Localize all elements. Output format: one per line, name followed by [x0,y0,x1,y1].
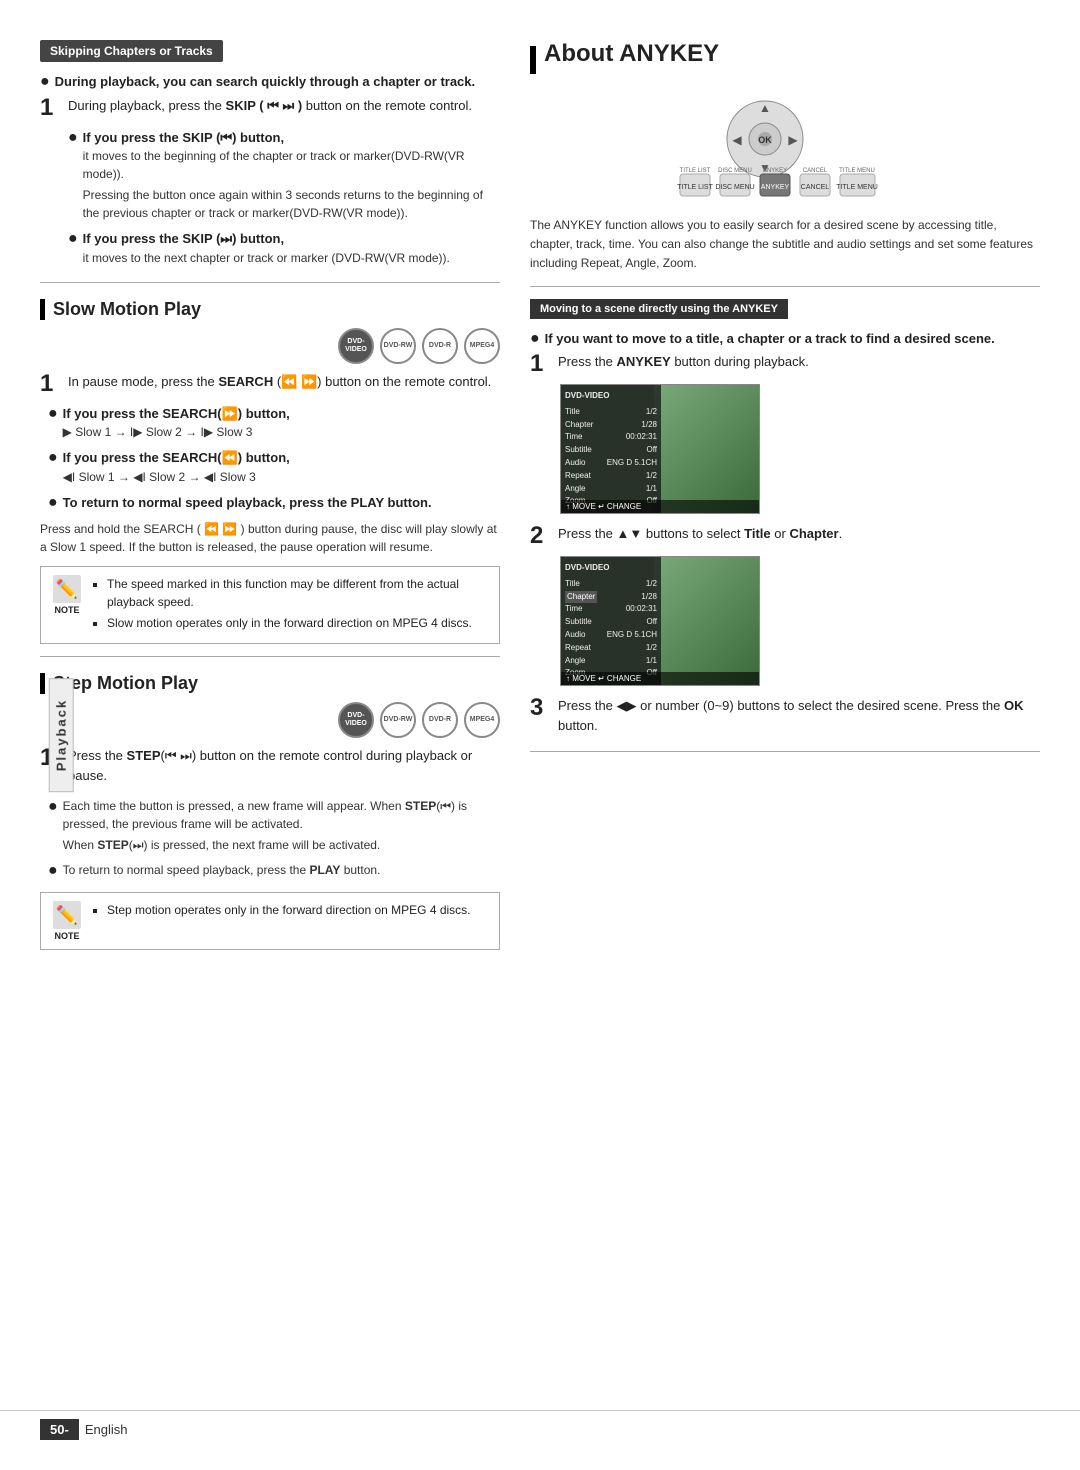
bird-background-2 [654,557,759,685]
step-bullet2: ● To return to normal speed playback, pr… [48,861,500,882]
remote-svg: ▲ ▼ ◀ ▶ OK TITLE LIST DISC MENU ANYKEY C… [655,94,915,204]
screen-overlay-2: DVD-VIDEO Title1/2 Chapter1/28 Time00:02… [561,557,661,685]
svg-text:CANCEL: CANCEL [801,184,830,191]
disc-icon-mpeg4: MPEG4 [464,328,500,364]
slow-note-content: The speed marked in this function may be… [93,575,491,635]
page-number-badge: 50- [40,1419,79,1440]
skip-fwd-bullet: ● If you press the SKIP (⏭) button, it m… [68,229,500,270]
divider-1 [40,282,500,283]
screen-thumb-2: DVD-VIDEO Title1/2 Chapter1/28 Time00:02… [560,556,760,686]
slow-step1: 1 In pause mode, press the SEARCH (⏪ ⏩) … [40,372,500,396]
disc-icon-dvd-rw: DVD-RW [380,328,416,364]
page-footer: 50- English [0,1410,1080,1440]
screen-thumb-1: DVD-VIDEO Title1/2 Chapter1/28 Time00:02… [560,384,760,514]
step-motion-section: Step Motion Play DVD-VIDEO DVD-RW DVD-R … [40,673,500,950]
slow-disc-icons: DVD-VIDEO DVD-RW DVD-R MPEG4 [40,328,500,364]
divider-2 [40,656,500,657]
svg-text:TITLE LIST: TITLE LIST [680,168,711,174]
step-bullet1: ● Each time the button is pressed, a new… [48,797,500,857]
svg-text:OK: OK [758,135,772,145]
remote-illustration-area: ▲ ▼ ◀ ▶ OK TITLE LIST DISC MENU ANYKEY C… [530,94,1040,204]
left-column: Skipping Chapters or Tracks ● During pla… [40,40,500,1400]
about-anykey-header: About ANYKEY [530,40,1040,80]
svg-text:ANYKEY: ANYKEY [763,168,787,174]
anykey-step2: 2 Press the ▲▼ buttons to select Title o… [530,524,1040,548]
slow-hold-text: Press and hold the SEARCH ( ⏪ ⏩ ) button… [40,520,500,556]
svg-text:TITLE LIST: TITLE LIST [677,184,714,191]
step-note-content: Step motion operates only in the forward… [93,901,491,941]
return-playback-bullet: ● To return to normal speed playback, pr… [48,493,500,513]
divider-right-2 [530,751,1040,752]
step-disc-icon-dvd-rw: DVD-RW [380,702,416,738]
step-step1: 1 Press the STEP(⏮ ⏭) button on the remo… [40,746,500,789]
skipping-badge: Skipping Chapters or Tracks [40,40,223,62]
svg-text:▶: ▶ [788,133,798,147]
step-disc-icon-dvd-r: DVD-R [422,702,458,738]
note-icon: ✏️ [53,575,81,603]
about-anykey-title: About ANYKEY [544,40,719,68]
bird-background [654,385,759,513]
screen-label-bar-1: ↑ MOVE ↵ CHANGE [561,500,759,513]
disc-icon-dvd-r: DVD-R [422,328,458,364]
step-note-box: ✏️ NOTE Step motion operates only in the… [40,892,500,950]
anykey-intro-bullet: ● If you want to move to a title, a chap… [530,329,1040,349]
skipping-section: Skipping Chapters or Tracks ● During pla… [40,40,500,270]
anykey-step3: 3 Press the ◀▶ or number (0~9) buttons t… [530,696,1040,739]
divider-right-1 [530,286,1040,287]
svg-text:ANYKEY: ANYKEY [761,184,790,191]
right-column: About ANYKEY ▲ ▼ ◀ ▶ OK [530,40,1040,1400]
skip-back-bullet: ● If you press the SKIP (⏮) button, it m… [68,128,500,226]
footer-language: English [85,1422,128,1437]
anykey-description: The ANYKEY function allows you to easily… [530,216,1040,274]
step-disc-icons: DVD-VIDEO DVD-RW DVD-R MPEG4 [40,702,500,738]
page-container: Playback Skipping Chapters or Tracks ● D… [0,0,1080,1470]
screen-overlay-1: DVD-VIDEO Title1/2 Chapter1/28 Time00:02… [561,385,661,513]
playback-sidebar-label: Playback [49,678,74,792]
step-disc-icon-dvd-video: DVD-VIDEO [338,702,374,738]
skipping-intro: ● During playback, you can search quickl… [40,72,500,92]
anykey-step1: 1 Press the ANYKEY button during playbac… [530,352,1040,376]
skip-step1: 1 During playback, press the SKIP ( ⏮ ⏭ … [40,96,500,120]
svg-text:TITLE MENU: TITLE MENU [839,168,875,174]
disc-icon-dvd-video: DVD-VIDEO [338,328,374,364]
search-fwd-bullet: ● If you press the SEARCH(⏩) button, ▶ S… [48,404,500,445]
svg-text:DISC MENU: DISC MENU [718,168,752,174]
moving-scene-badge: Moving to a scene directly using the ANY… [530,299,788,319]
slow-motion-title: Slow Motion Play [40,299,500,320]
svg-text:▲: ▲ [759,101,771,115]
step-disc-icon-mpeg4: MPEG4 [464,702,500,738]
title-bar-accent [530,46,536,74]
step-motion-title: Step Motion Play [40,673,500,694]
slow-motion-section: Slow Motion Play DVD-VIDEO DVD-RW DVD-R … [40,299,500,645]
svg-text:TITLE MENU: TITLE MENU [836,184,878,191]
step-note-icon: ✏️ [53,901,81,929]
main-content: Skipping Chapters or Tracks ● During pla… [0,40,1080,1400]
svg-text:CANCEL: CANCEL [803,168,828,174]
svg-text:DISC MENU: DISC MENU [715,184,754,191]
screen-label-bar-2: ↑ MOVE ↵ CHANGE [561,672,759,685]
svg-text:◀: ◀ [732,133,742,147]
slow-note-box: ✏️ NOTE The speed marked in this functio… [40,566,500,644]
search-bwd-bullet: ● If you press the SEARCH(⏪) button, ◀I … [48,448,500,489]
